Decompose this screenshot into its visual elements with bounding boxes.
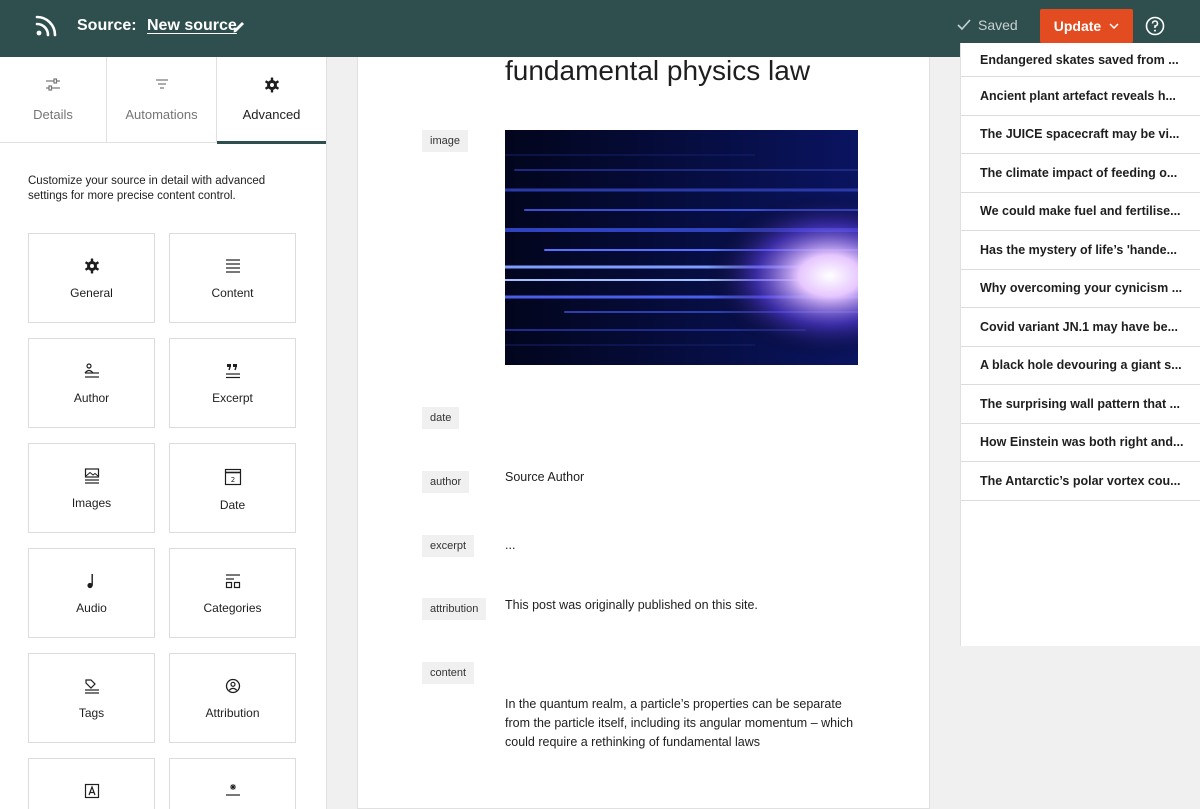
article-list: Endangered skates saved from ... Ancient… bbox=[960, 43, 1200, 646]
author-value: Source Author bbox=[505, 470, 585, 484]
source-name-link[interactable]: New source bbox=[147, 17, 237, 35]
face-icon bbox=[225, 678, 240, 694]
card-content[interactable]: Content bbox=[169, 233, 296, 323]
tab-advanced-label: Advanced bbox=[242, 107, 301, 122]
quote-icon bbox=[225, 364, 240, 379]
field-tag-attribution: attribution bbox=[422, 598, 487, 620]
tab-details[interactable]: Details bbox=[0, 57, 107, 143]
list-item[interactable]: How Einstein was both right and... bbox=[961, 424, 1200, 462]
card-date-label: Date bbox=[219, 498, 246, 512]
card-audio[interactable]: Audio bbox=[28, 548, 155, 638]
card-excerpt[interactable]: Excerpt bbox=[169, 338, 296, 428]
svg-text:2: 2 bbox=[230, 476, 234, 484]
text-box-icon bbox=[84, 783, 99, 799]
tab-details-label: Details bbox=[33, 107, 73, 122]
music-note-icon bbox=[86, 574, 93, 589]
spark-icon bbox=[225, 784, 240, 796]
tag-icon bbox=[84, 679, 99, 694]
field-tag-date: date bbox=[422, 407, 460, 429]
excerpt-value: ... bbox=[505, 538, 516, 552]
list-item[interactable]: The climate impact of feeding o... bbox=[961, 154, 1200, 193]
categories-icon bbox=[225, 574, 240, 589]
chevron-down-icon bbox=[1109, 23, 1119, 29]
list-item[interactable]: A black hole devouring a giant s... bbox=[961, 347, 1200, 385]
post-image bbox=[505, 130, 858, 365]
attribution-value: This post was originally published on th… bbox=[505, 598, 758, 612]
card-author[interactable]: Author bbox=[28, 338, 155, 428]
image-icon bbox=[84, 468, 99, 484]
tab-advanced[interactable]: Advanced bbox=[217, 57, 326, 144]
help-icon[interactable] bbox=[1145, 16, 1165, 36]
card-general-label: General bbox=[70, 286, 113, 300]
field-tag-excerpt: excerpt bbox=[422, 535, 475, 557]
list-item[interactable]: The Antarctic’s polar vortex cou... bbox=[961, 462, 1200, 501]
author-icon bbox=[84, 363, 99, 378]
card-images-label: Images bbox=[71, 496, 112, 510]
sidebar-tabs: Details Automations Advanced bbox=[0, 57, 326, 144]
card-tags-label: Tags bbox=[78, 706, 105, 720]
check-icon bbox=[957, 19, 971, 31]
align-justify-icon bbox=[225, 259, 240, 273]
card-date[interactable]: 2 Date bbox=[169, 443, 296, 533]
source-label: Source: bbox=[77, 17, 137, 34]
card-partial-1[interactable] bbox=[28, 758, 155, 809]
card-author-label: Author bbox=[73, 391, 110, 405]
update-button-label: Update bbox=[1053, 18, 1102, 34]
calendar-icon: 2 bbox=[224, 468, 241, 486]
list-item[interactable]: Why overcoming your cynicism ... bbox=[961, 270, 1200, 308]
filter-icon bbox=[155, 79, 168, 89]
field-tag-author: author bbox=[422, 471, 470, 493]
list-item[interactable]: The surprising wall pattern that ... bbox=[961, 385, 1200, 424]
content-value: In the quantum realm, a particle’s prope… bbox=[505, 697, 854, 749]
list-item[interactable]: The JUICE spacecraft may be vi... bbox=[961, 116, 1200, 154]
list-item[interactable]: We could make fuel and fertilise... bbox=[961, 193, 1200, 231]
pencil-icon[interactable] bbox=[232, 18, 246, 34]
list-item[interactable]: Covid variant JN.1 may have be... bbox=[961, 308, 1200, 347]
card-general[interactable]: General bbox=[28, 233, 155, 323]
rss-feed-icon[interactable] bbox=[34, 14, 58, 38]
settings-sidebar: Details Automations Advanced Customize y… bbox=[0, 57, 327, 809]
card-content-label: Content bbox=[211, 286, 254, 300]
sliders-icon bbox=[46, 78, 60, 91]
card-attribution-label: Attribution bbox=[205, 706, 260, 720]
card-partial-2[interactable] bbox=[169, 758, 296, 809]
gear-icon bbox=[264, 77, 279, 93]
list-item[interactable]: Ancient plant artefact reveals h... bbox=[961, 77, 1200, 116]
save-status: Saved bbox=[957, 17, 1018, 33]
card-excerpt-label: Excerpt bbox=[212, 391, 253, 405]
card-images[interactable]: Images bbox=[28, 443, 155, 533]
card-audio-label: Audio bbox=[76, 601, 107, 615]
advanced-intro-text: Customize your source in detail with adv… bbox=[28, 175, 266, 202]
card-tags[interactable]: Tags bbox=[28, 653, 155, 743]
tab-automations-label: Automations bbox=[125, 107, 198, 122]
update-button[interactable]: Update bbox=[1040, 9, 1133, 43]
card-attribution[interactable]: Attribution bbox=[169, 653, 296, 743]
gear-icon bbox=[84, 258, 99, 274]
list-item[interactable]: Endangered skates saved from ... bbox=[961, 43, 1200, 77]
tab-automations[interactable]: Automations bbox=[107, 57, 217, 143]
card-categories-label: Categories bbox=[203, 601, 262, 615]
post-title: fundamental physics law bbox=[505, 55, 811, 86]
card-categories[interactable]: Categories bbox=[169, 548, 296, 638]
list-item[interactable]: Has the mystery of life’s 'hande... bbox=[961, 231, 1200, 270]
field-tag-content: content bbox=[422, 662, 475, 684]
post-preview: fundamental physics law image date autho… bbox=[357, 55, 930, 809]
field-tag-image: image bbox=[422, 130, 468, 152]
save-status-text: Saved bbox=[978, 17, 1018, 33]
